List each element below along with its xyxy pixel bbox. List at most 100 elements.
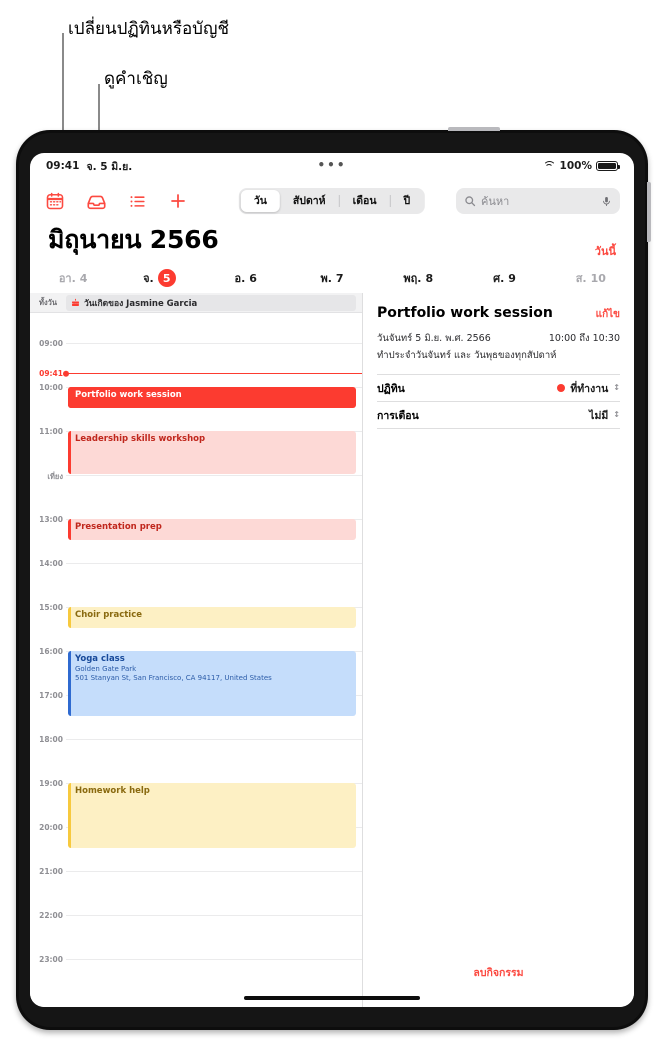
event-detail: Portfolio work session แก้ไข วันจันทร์ 5… xyxy=(363,293,634,429)
multitasking-dots-icon[interactable]: ••• xyxy=(317,159,346,171)
hour-label: 16:00 xyxy=(39,647,63,656)
segment-day[interactable]: วัน xyxy=(240,190,280,212)
day-strip-weekday: พฤ. xyxy=(403,272,422,285)
calendar-event-address: 501 Stanyan St, San Francisco, CA 94117,… xyxy=(75,674,272,683)
calendar-event-title: Portfolio work session xyxy=(75,390,182,400)
detail-row-alert-label: การเตือน xyxy=(377,409,419,422)
day-strip-item-10[interactable]: ส. 10 xyxy=(548,269,634,287)
calendar-event[interactable]: Homework help xyxy=(68,783,356,848)
hour-gridline xyxy=(66,871,362,872)
all-day-row: ทั้งวัน วันเกิดของ Jasmine Garcia xyxy=(30,293,362,313)
calendar-event-title: Presentation prep xyxy=(75,522,162,532)
all-day-label: ทั้งวัน xyxy=(39,297,57,307)
inbox-invitations-icon[interactable] xyxy=(85,190,107,212)
hour-gridline xyxy=(66,739,362,740)
wifi-icon xyxy=(542,161,556,171)
chevron-up-down-icon[interactable]: ↕ xyxy=(613,411,620,419)
ipad-screen: 09:41 จ. 5 มิ.ย. ••• 100% วัน สัปดาห์ เด… xyxy=(30,153,634,1007)
calendars-icon[interactable] xyxy=(44,190,66,212)
delete-event-button[interactable]: ลบกิจกรรม xyxy=(363,964,634,981)
microphone-icon[interactable] xyxy=(601,195,612,208)
day-strip-item-4[interactable]: อา. 4 xyxy=(30,269,116,287)
calendar-color-dot-icon xyxy=(557,384,566,392)
all-day-event-title: วันเกิดของ Jasmine Garcia xyxy=(84,298,198,309)
status-date: จ. 5 มิ.ย. xyxy=(86,160,133,173)
segment-year[interactable]: ปี xyxy=(391,190,424,212)
event-detail-when: วันจันทร์ 5 มิ.ย. พ.ศ. 2566 10:00 ถึง 10… xyxy=(377,331,620,346)
status-bar-right: 100% xyxy=(542,160,621,172)
status-bar: 09:41 จ. 5 มิ.ย. ••• 100% xyxy=(30,153,634,179)
page-title: มิถุนายน 2566 xyxy=(48,225,219,254)
list-view-icon[interactable] xyxy=(126,190,148,212)
power-button[interactable] xyxy=(647,182,651,242)
hour-label: 10:00 xyxy=(39,383,63,392)
status-time: 09:41 xyxy=(46,160,80,172)
day-strip-weekday: อ. xyxy=(234,272,246,285)
screenshot-root: เปลี่ยนปฏิทินหรือบัญชี ดูคำเชิญ 09:41 จ.… xyxy=(0,0,665,1048)
battery-percent-label: 100% xyxy=(559,160,592,172)
hour-gridline xyxy=(66,959,362,960)
home-indicator[interactable] xyxy=(244,995,420,1000)
calendar-event-title: Leadership skills workshop xyxy=(75,434,206,444)
current-time-dot xyxy=(63,370,69,377)
hour-label: 15:00 xyxy=(39,603,63,612)
volume-button[interactable] xyxy=(448,127,500,131)
month-title-row: มิถุนายน 2566 วันนี้ xyxy=(30,223,634,263)
calendar-event-title: Yoga class xyxy=(75,654,125,664)
event-detail-header: Portfolio work session แก้ไข xyxy=(377,305,620,322)
segment-week[interactable]: สัปดาห์ xyxy=(280,190,339,212)
search-field[interactable]: ค้นหา xyxy=(456,188,620,214)
content-split: ทั้งวัน วันเกิดของ Jasmine Garcia 08:000… xyxy=(30,293,634,1007)
search-icon xyxy=(465,196,476,207)
calendar-event-location: Golden Gate Park xyxy=(75,664,137,673)
timeline-grid[interactable]: 08:0009:0010:0011:00เที่ยง13:0014:0015:0… xyxy=(30,313,362,1007)
hour-label: 19:00 xyxy=(39,779,63,788)
hour-label: 20:00 xyxy=(39,823,63,832)
calendar-event[interactable]: Leadership skills workshop xyxy=(68,431,356,474)
detail-row-calendar[interactable]: ปฏิทิน ที่ทำงาน ↕ xyxy=(377,375,620,402)
day-strip-number: 8 xyxy=(425,271,434,285)
calendar-event[interactable]: Choir practice xyxy=(68,607,356,628)
edit-button[interactable]: แก้ไข xyxy=(596,307,620,322)
hour-label: 21:00 xyxy=(39,867,63,876)
all-day-event-birthday[interactable]: วันเกิดของ Jasmine Garcia xyxy=(66,294,356,311)
event-detail-date: วันจันทร์ 5 มิ.ย. พ.ศ. 2566 xyxy=(377,333,491,344)
view-mode-segmented-control[interactable]: วัน สัปดาห์ เดือน ปี xyxy=(238,188,426,214)
day-strip-number: 6 xyxy=(249,271,257,285)
hour-label: 23:00 xyxy=(39,955,63,964)
current-time-label: 09:41 xyxy=(39,369,63,379)
detail-row-calendar-value: ที่ทำงาน xyxy=(570,382,609,395)
hour-label: 13:00 xyxy=(39,515,63,524)
day-strip-number: 5 xyxy=(157,269,176,287)
day-strip-number: 4 xyxy=(79,271,88,285)
today-button[interactable]: วันนี้ xyxy=(595,242,616,260)
search-placeholder: ค้นหา xyxy=(481,195,510,208)
calendar-event[interactable]: Yoga class Golden Gate Park 501 Stanyan St… xyxy=(68,651,356,716)
calendar-event-title: Choir practice xyxy=(75,610,143,620)
current-time-line xyxy=(66,373,362,375)
hour-gridline xyxy=(66,343,362,344)
day-strip-number: 9 xyxy=(508,271,516,285)
hour-gridline xyxy=(66,475,362,476)
day-strip: อา. 4 จ. 5 อ. 6 พ. 7 พฤ. 8 ศ. 9 ส. 10 xyxy=(30,263,634,293)
hour-label: 11:00 xyxy=(39,427,63,436)
add-event-icon[interactable] xyxy=(167,190,189,212)
chevron-up-down-icon[interactable]: ↕ xyxy=(613,384,620,392)
day-strip-item-7[interactable]: พ. 7 xyxy=(289,269,375,287)
day-strip-item-6[interactable]: อ. 6 xyxy=(203,269,289,287)
detail-row-calendar-label: ปฏิทิน xyxy=(377,382,405,395)
calendar-event[interactable]: Portfolio work session xyxy=(68,387,356,408)
toolbar-icon-group xyxy=(44,190,189,212)
calendar-event[interactable]: Presentation prep xyxy=(68,519,356,540)
day-strip-item-8[interactable]: พฤ. 8 xyxy=(375,269,461,287)
segment-month[interactable]: เดือน xyxy=(340,190,390,212)
detail-row-alert[interactable]: การเตือน ไม่มี ↕ xyxy=(377,402,620,429)
day-strip-item-9[interactable]: ศ. 9 xyxy=(461,269,547,287)
event-detail-repeat: ทำประจำวันจันทร์ และ วันพุธของทุกสัปดาห์ xyxy=(377,350,557,361)
hour-label: 17:00 xyxy=(39,691,63,700)
event-detail-time: 10:00 ถึง 10:30 xyxy=(548,333,620,344)
day-strip-item-5[interactable]: จ. 5 xyxy=(116,269,202,287)
hour-label: 14:00 xyxy=(39,559,63,568)
hour-label: เที่ยง xyxy=(47,472,63,481)
calendar-event-title: Homework help xyxy=(75,786,150,796)
